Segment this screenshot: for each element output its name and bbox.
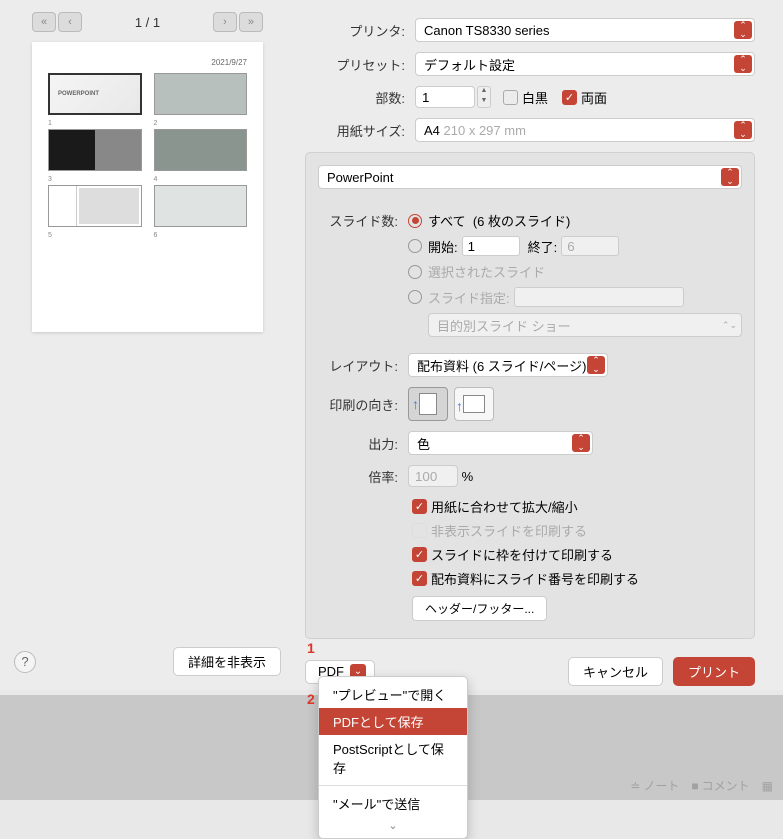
slides-all-radio[interactable] [408, 214, 422, 228]
custom-show-select[interactable]: 目的別スライド ショー ⌃⌄ [428, 313, 742, 337]
updown-icon [587, 356, 605, 374]
annotation-1: 1 [307, 640, 315, 656]
layout-label: レイアウト: [318, 356, 408, 375]
duplex-label: 両面 [581, 88, 607, 107]
slide-thumb-2 [154, 73, 248, 115]
printer-label: プリンタ: [305, 21, 415, 40]
slide-thumb-1 [48, 73, 142, 115]
orientation-portrait-button[interactable]: ↑ [408, 387, 448, 421]
slide-thumb-3 [48, 129, 142, 171]
preview-pane: « ‹ 1 / 1 › » 2021/9/27 1 2 3 4 5 6 ? 詳細… [0, 0, 295, 690]
app-select[interactable]: PowerPoint [318, 165, 742, 189]
hide-details-button[interactable]: 詳細を非表示 [173, 647, 281, 676]
slides-specify-radio[interactable] [408, 290, 422, 304]
preset-label: プリセット: [305, 55, 415, 74]
settings-pane: プリンタ: Canon TS8330 series プリセット: デフォルト設定… [295, 0, 783, 690]
status-bar: ≐ ノート ■ コメント ▦ [620, 771, 783, 800]
menu-more-icon[interactable]: ⌄ [319, 817, 467, 834]
copies-stepper[interactable]: ▲▼ [477, 86, 491, 108]
frame-checkbox[interactable]: ✓ [412, 547, 427, 562]
annotation-2: 2 [307, 691, 315, 707]
slide-thumb-5 [48, 185, 142, 227]
hidden-checkbox[interactable] [412, 523, 427, 538]
papersize-select[interactable]: A4 210 x 297 mm [415, 118, 755, 142]
slide-thumb-4 [154, 129, 248, 171]
output-label: 出力: [318, 434, 408, 453]
slides-selected-radio[interactable] [408, 265, 422, 279]
copies-label: 部数: [305, 88, 415, 107]
menu-save-as-pdf[interactable]: PDFとして保存 [319, 708, 467, 735]
slide-thumb-6 [154, 185, 248, 227]
bw-checkbox[interactable] [503, 90, 518, 105]
menu-save-as-postscript[interactable]: PostScriptとして保存 [319, 735, 467, 781]
slides-specify-input[interactable] [514, 287, 684, 307]
scale-input[interactable] [408, 465, 458, 487]
number-checkbox[interactable]: ✓ [412, 571, 427, 586]
layout-select[interactable]: 配布資料 (6 スライド/ページ) [408, 353, 608, 377]
page-portrait-icon [419, 393, 437, 415]
preset-select[interactable]: デフォルト設定 [415, 52, 755, 76]
updown-icon [734, 21, 752, 39]
app-options-panel: PowerPoint スライド数: すべて (6 枚のスライド) 開始: [305, 152, 755, 639]
header-footer-button[interactable]: ヘッダー/フッター... [412, 596, 547, 621]
updown-icon [734, 55, 752, 73]
first-page-button[interactable]: « [32, 12, 56, 32]
updown-icon [572, 434, 590, 452]
papersize-label: 用紙サイズ: [305, 121, 415, 140]
bw-label: 白黒 [522, 88, 548, 107]
page-indicator: 1 / 1 [135, 15, 160, 30]
comments-button[interactable]: ■ コメント [691, 777, 749, 794]
duplex-checkbox[interactable]: ✓ [562, 90, 577, 105]
prev-page-button[interactable]: ‹ [58, 12, 82, 32]
menu-send-mail[interactable]: "メール"で送信 [319, 790, 467, 817]
fit-checkbox[interactable]: ✓ [412, 499, 427, 514]
help-button[interactable]: ? [14, 651, 36, 673]
notes-button[interactable]: ≐ ノート [630, 777, 679, 794]
print-preview: 2021/9/27 1 2 3 4 5 6 [32, 42, 263, 332]
slides-range-radio[interactable] [408, 239, 422, 253]
menu-separator [319, 785, 467, 786]
page-landscape-icon [463, 395, 485, 413]
pdf-dropdown-menu: "プレビュー"で開く PDFとして保存 PostScriptとして保存 "メール… [318, 676, 468, 839]
cancel-button[interactable]: キャンセル [568, 657, 663, 686]
copies-input[interactable] [415, 86, 475, 108]
menu-open-preview[interactable]: "プレビュー"で開く [319, 681, 467, 708]
orientation-landscape-button[interactable]: ↑ [454, 387, 494, 421]
orientation-label: 印刷の向き: [318, 395, 408, 414]
view-normal-icon[interactable]: ▦ [762, 779, 773, 793]
next-page-button[interactable]: › [213, 12, 237, 32]
scale-label: 倍率: [318, 467, 408, 486]
print-dialog: « ‹ 1 / 1 › » 2021/9/27 1 2 3 4 5 6 ? 詳細… [0, 0, 783, 690]
updown-icon [721, 168, 739, 186]
printer-select[interactable]: Canon TS8330 series [415, 18, 755, 42]
slides-from-input[interactable] [462, 236, 520, 256]
slides-label: スライド数: [318, 211, 408, 230]
print-button[interactable]: プリント [673, 657, 755, 686]
last-page-button[interactable]: » [239, 12, 263, 32]
output-select[interactable]: 色 [408, 431, 593, 455]
slides-to-input[interactable] [561, 236, 619, 256]
preview-date: 2021/9/27 [48, 58, 247, 67]
updown-icon [734, 121, 752, 139]
